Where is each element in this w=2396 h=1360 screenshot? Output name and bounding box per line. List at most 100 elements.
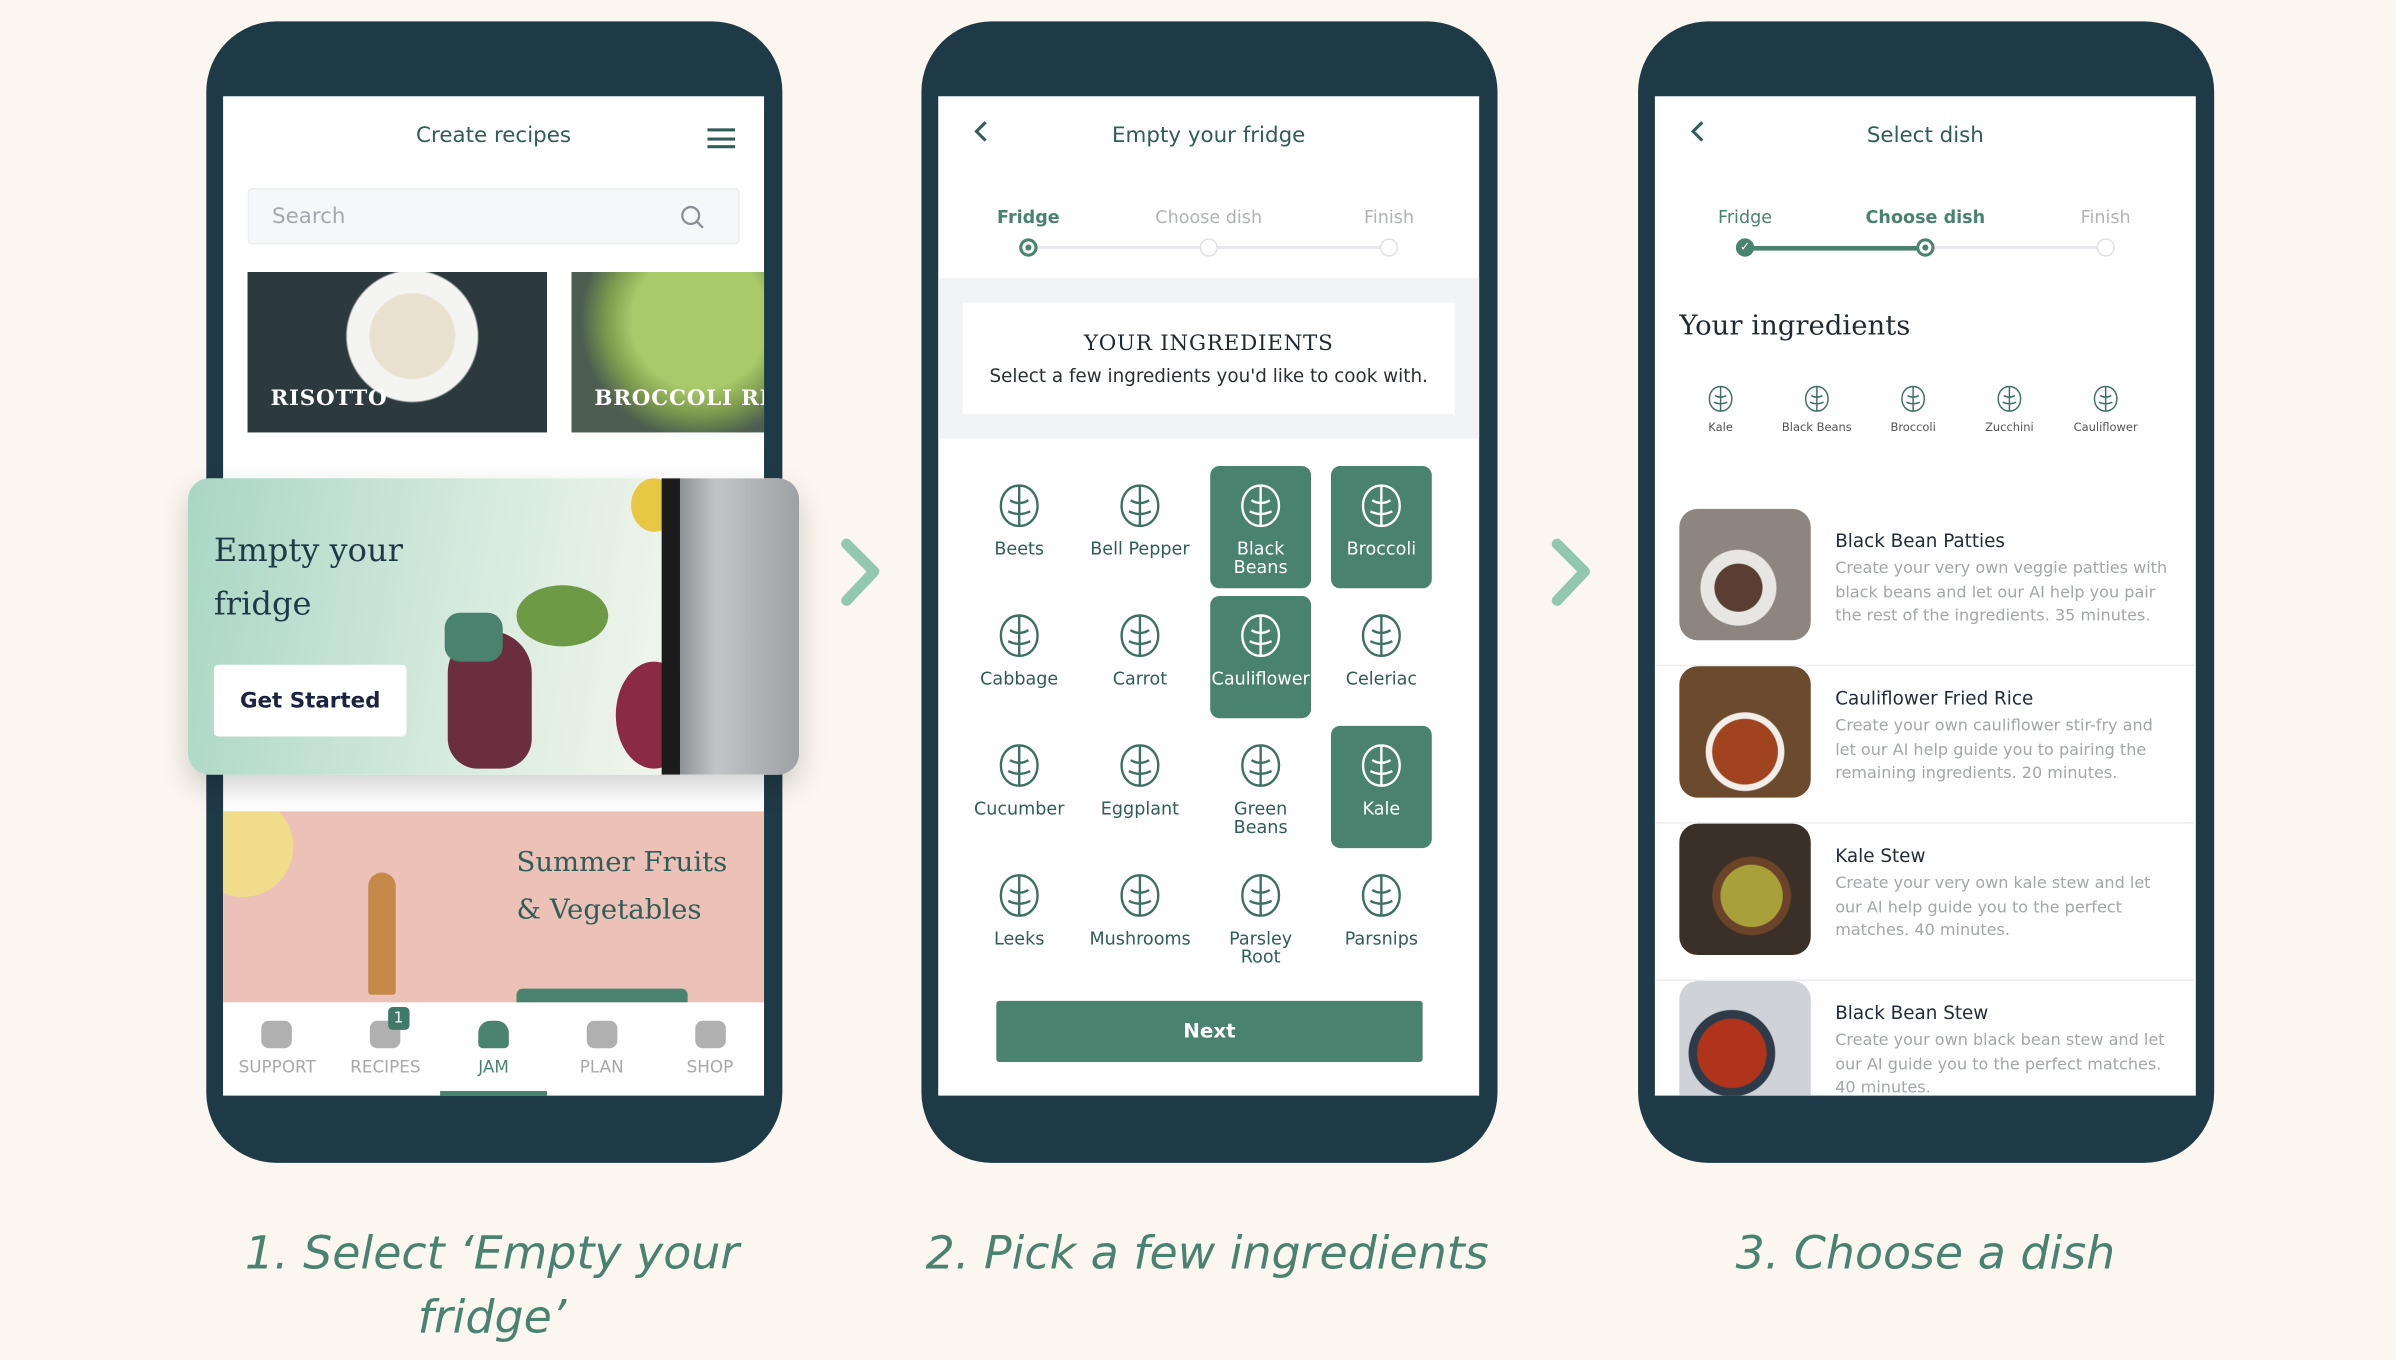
ingredient-tile-black-beans[interactable]: Black Beans (1210, 466, 1312, 589)
chip-label: Cauliflower (2073, 420, 2138, 434)
nav-item-plan[interactable]: PLAN (548, 1002, 656, 1095)
next-button[interactable]: Next (996, 1000, 1423, 1063)
sun-decoration (223, 811, 294, 897)
nav-label: SUPPORT (238, 1057, 316, 1078)
chef-hat-icon (478, 1020, 509, 1049)
ingredient-label: Bell Pepper (1090, 537, 1190, 560)
dish-image (1679, 981, 1811, 1096)
ingredient-label: Mushrooms (1089, 927, 1191, 949)
ingredient-tile-beets[interactable]: Beets (969, 466, 1070, 588)
ingredient-tile-cucumber[interactable]: Cucumber (969, 726, 1070, 848)
ingredient-label: Leeks (993, 927, 1045, 949)
dish-item-black-bean-patties[interactable]: Black Bean Patties Create your very own v… (1654, 508, 2196, 667)
ingredient-tile-bell-pepper[interactable]: Bell Pepper (1090, 466, 1191, 588)
phone-select-dish: Select dish Fridge Choose dish Finish ✓ … (1638, 21, 2215, 1163)
chip-label: Zucchini (1985, 420, 2034, 434)
zucchini-icon (1962, 382, 2057, 416)
ingredient-tile-leeks[interactable]: Leeks (969, 856, 1070, 978)
chip-label: Black Beans (1781, 420, 1852, 434)
black-beans-icon (1769, 382, 1864, 416)
ingredient-tile-parsley-root[interactable]: Parsley Root (1210, 856, 1311, 978)
ingredient-tile-carrot[interactable]: Carrot (1090, 596, 1191, 718)
chat-icon (261, 1020, 293, 1049)
ingredient-tile-cabbage[interactable]: Cabbage (969, 596, 1070, 718)
ingredient-tile-eggplant[interactable]: Eggplant (1090, 726, 1191, 848)
eggplant-icon (1090, 738, 1191, 793)
recipe-card-risotto[interactable]: RISOTTO (247, 271, 548, 433)
step-choose-dish: Choose dish (1155, 206, 1263, 228)
ingredient-label: Eggplant (1100, 797, 1180, 820)
ingredient-label: Cabbage (980, 667, 1059, 690)
page-title: Select dish (1866, 123, 1984, 149)
recipe-title: RISOTTO (270, 386, 388, 412)
ingredient-label: Cucumber (973, 797, 1065, 820)
ingredient-tile-mushrooms[interactable]: Mushrooms (1090, 856, 1191, 978)
ingredient-label: Kale (1362, 797, 1401, 820)
dish-image (1679, 508, 1811, 641)
caption-step-1: 1. Select ‘Empty your fridge’ (244, 1227, 740, 1345)
search-field[interactable] (247, 187, 740, 245)
dish-description: Create your own black bean stew and let … (1835, 1031, 2165, 1096)
ingredient-chip-cauliflower: Cauliflower (2058, 382, 2153, 434)
nav-item-shop[interactable]: SHOP (656, 1002, 764, 1095)
step-dot (1379, 238, 1399, 257)
nav-item-jam[interactable]: JAM (439, 1002, 548, 1096)
card-title: YOUR INGREDIENTS (1083, 331, 1334, 357)
dish-item-cauliflower-fried-rice[interactable]: Cauliflower Fried Rice Create your own ca… (1654, 666, 2196, 824)
promo-button[interactable] (516, 988, 688, 1003)
cauliflower-icon (1210, 608, 1311, 663)
promo-summer[interactable]: Summer Fruits & Vegetables (223, 811, 765, 1003)
cabbage-icon (969, 608, 1070, 663)
stepper-progress (1745, 246, 1926, 251)
empty-fridge-banner[interactable]: Empty your fridge Get Started (187, 478, 800, 775)
step-fridge: Fridge (1718, 206, 1773, 228)
menu-icon[interactable] (707, 128, 735, 149)
ingredient-label: Broccoli (1346, 537, 1417, 560)
ingredient-tile-broccoli[interactable]: Broccoli (1330, 466, 1432, 589)
kale-icon (1331, 738, 1432, 793)
eggplant-leaf (444, 612, 503, 662)
carrot-icon (1090, 608, 1191, 663)
leaf-illustration (516, 585, 609, 647)
instructions-card: YOUR INGREDIENTS Select a few ingredient… (962, 302, 1455, 415)
green-beans-icon (1210, 738, 1311, 793)
parsnips-icon (1331, 868, 1432, 923)
dish-item-kale-stew[interactable]: Kale Stew Create your very own kale stew … (1654, 823, 2196, 982)
ingredient-tile-green-beans[interactable]: Green Beans (1210, 726, 1311, 848)
step-dot-current (1019, 238, 1038, 257)
step-dot-current (1916, 238, 1935, 257)
search-input[interactable] (249, 189, 647, 243)
recipe-card-broccoli-rice[interactable]: BROCCOLI RIC (571, 271, 765, 433)
ingredient-tile-kale[interactable]: Kale (1330, 725, 1432, 849)
ingredients-heading: Your ingredients (1679, 310, 1911, 343)
check-icon: ✓ (1735, 238, 1755, 257)
dish-description: Create your own cauliflower stir-fry and… (1835, 716, 2153, 783)
ingredient-tile-parsnips[interactable]: Parsnips (1331, 856, 1432, 978)
ingredient-chip-black-beans: Black Beans (1769, 382, 1864, 434)
chip-label: Kale (1708, 420, 1733, 434)
chip-label: Broccoli (1890, 420, 1936, 434)
cucumber-icon (969, 738, 1070, 793)
dish-title: Black Bean Patties (1835, 530, 2005, 552)
dish-image (1679, 666, 1811, 798)
step-dot (2096, 238, 2115, 257)
dish-item-black-bean-stew[interactable]: Black Bean Stew Create your own black bea… (1655, 981, 2196, 1096)
chevron-right-icon (1551, 538, 1590, 606)
calendar-icon (586, 1020, 618, 1049)
ingredient-label: Beets (994, 537, 1045, 560)
nav-item-recipes[interactable]: RECIPES 1 (331, 1002, 439, 1095)
get-started-button[interactable]: Get Started (213, 664, 407, 737)
ingredient-chip-kale: Kale (1673, 382, 1768, 434)
card-subtitle: Select a few ingredients you'd like to c… (989, 365, 1428, 387)
ingredient-label: Carrot (1112, 667, 1168, 690)
ingredient-tile-celeriac[interactable]: Celeriac (1331, 596, 1432, 718)
search-icon[interactable] (680, 205, 704, 229)
ingredient-tile-cauliflower[interactable]: Cauliflower (1210, 595, 1312, 719)
nav-label: PLAN (579, 1057, 624, 1078)
black-beans-icon (1210, 478, 1311, 533)
ingredient-label: Cauliflower (1211, 667, 1310, 690)
bottom-nav: SUPPORT RECIPES 1 JAM PLAN SHOP (223, 1002, 765, 1096)
nav-item-support[interactable]: SUPPORT (223, 1002, 331, 1095)
dish-image (1679, 823, 1811, 956)
dish-title: Kale Stew (1835, 845, 1926, 867)
